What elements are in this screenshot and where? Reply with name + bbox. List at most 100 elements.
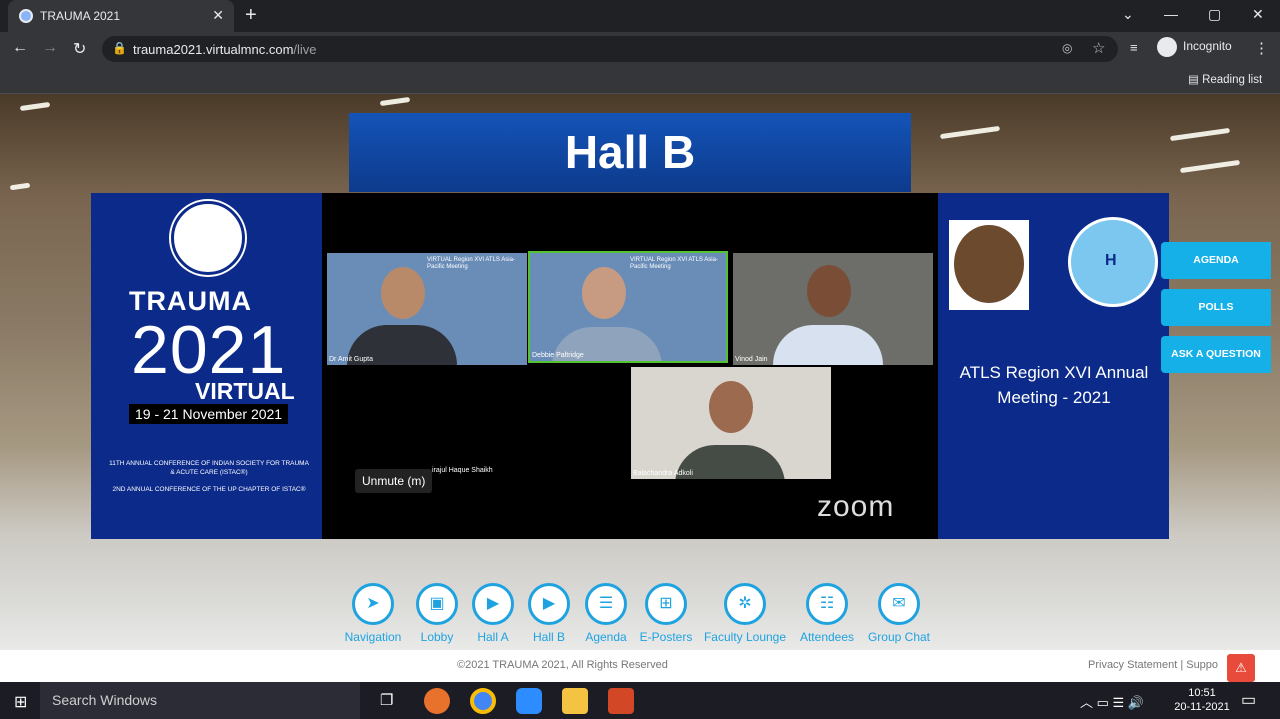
site-favicon-icon (19, 9, 33, 23)
participant-head (381, 267, 425, 319)
taskbar-clock[interactable]: 10:51 20-11-2021 (1172, 686, 1232, 714)
reading-list-icon: ▤ (1188, 74, 1203, 86)
copyright-text: ©2021 TRAUMA 2021, All Rights Reserved (457, 659, 668, 671)
ceiling-light (1179, 159, 1241, 174)
ceiling-light (379, 96, 411, 107)
browser-tab[interactable]: TRAUMA 2021 ✕ (8, 0, 234, 32)
incognito-badge[interactable]: Incognito (1157, 37, 1232, 57)
participant-name: Debbie Paltridge (532, 352, 584, 359)
page-footer: ©2021 TRAUMA 2021, All Rights Reserved P… (0, 650, 1280, 682)
nav-item-eposters[interactable]: ⊞ E-Posters (638, 583, 694, 644)
taskbar-search-box[interactable]: Search Windows (40, 682, 360, 719)
zoom-logo: zoom (817, 490, 895, 523)
reload-icon[interactable]: ↻ (73, 39, 86, 59)
agenda-button[interactable]: AGENDA (1161, 242, 1271, 279)
back-arrow-icon[interactable]: ← (12, 39, 28, 57)
eye-off-icon[interactable]: ◎ (1062, 41, 1072, 55)
notification-center-icon[interactable]: ▭ (1241, 690, 1256, 710)
eposters-icon: ⊞ (659, 595, 673, 612)
windows-start-icon[interactable]: ⊞ (14, 692, 27, 712)
banner-conference-2: 2ND ANNUAL CONFERENCE OF THE UP CHAPTER … (112, 486, 306, 493)
faculty-lounge-icon: ✲ (738, 595, 752, 612)
nav-item-agenda[interactable]: ☰ Agenda (582, 583, 630, 644)
url-text[interactable]: trauma2021.virtualmnc.com/live (133, 42, 317, 57)
participant-figure (773, 325, 883, 365)
participant-name: Balachandra Adkoli (633, 470, 693, 477)
agenda-icon: ☰ (598, 595, 614, 612)
forward-arrow-icon[interactable]: → (42, 39, 58, 57)
incognito-icon (1157, 37, 1177, 57)
ceiling-light (939, 125, 1001, 140)
zoom-video-panel[interactable]: VIRTUAL Region XVI ATLS Asia-Pacific Mee… (322, 193, 938, 539)
unmute-tooltip[interactable]: Unmute (m) (355, 469, 433, 493)
tab-title: TRAUMA 2021 (40, 9, 121, 23)
address-bar[interactable]: 🔒 trauma2021.virtualmnc.com/live ◎ ☆ (102, 36, 1118, 62)
clock-time: 10:51 (1188, 687, 1216, 699)
system-tray-icons[interactable]: ︿ ▭ ☰ 🔊 (1080, 692, 1144, 711)
warning-icon[interactable]: ⚠ (1227, 654, 1255, 682)
hidden-participant-name: irajul Haque Shaikh (432, 467, 493, 474)
clock-date: 20-11-2021 (1174, 701, 1230, 713)
banner-dates: 19 - 21 November 2021 (129, 404, 289, 424)
navigation-icon: ➤ (366, 595, 380, 612)
istac-logo-icon (171, 201, 245, 275)
close-window-button[interactable]: ✕ (1252, 6, 1264, 23)
nav-item-attendees[interactable]: ☷ Attendees (797, 583, 857, 644)
browser-toolbar: ← → ↻ 🔒 trauma2021.virtualmnc.com/live ◎… (0, 32, 1280, 66)
ceiling-light (1169, 127, 1231, 142)
zoom-app-icon[interactable] (516, 688, 542, 714)
file-explorer-icon[interactable] (562, 688, 588, 714)
atls-title: ATLS Region XVI Annual Meeting - 2021 (959, 363, 1149, 407)
trauma-2021-banner: TRAUMA 2021 VIRTUAL 19 - 21 November 202… (91, 193, 322, 539)
maximize-button[interactable]: ▢ (1208, 6, 1221, 23)
participant-tile[interactable]: Vinod Jain (733, 253, 933, 365)
hall-b-icon: ▶ (542, 595, 556, 612)
hall-a-icon: ▶ (486, 595, 500, 612)
atls-banner: H ATLS Region XVI Annual Meeting - 2021 (938, 193, 1169, 539)
polls-button[interactable]: POLLS (1161, 289, 1271, 326)
minimize-button[interactable]: — (1164, 6, 1178, 22)
participant-head (807, 265, 851, 317)
new-tab-button[interactable]: + (245, 4, 257, 27)
participant-tile-active[interactable]: VIRTUAL Region XVI ATLS Asia-Pacific Mee… (528, 251, 728, 363)
nav-item-hall-a[interactable]: ▶ Hall A (470, 583, 516, 644)
nav-item-navigation[interactable]: ➤ Navigation (340, 583, 406, 644)
reading-list-button[interactable]: ▤ Reading list (1188, 72, 1262, 86)
lobby-icon: ▣ (429, 595, 445, 612)
nav-item-hall-b[interactable]: ▶ Hall B (526, 583, 572, 644)
bookmark-star-icon[interactable]: ☆ (1092, 39, 1105, 57)
tab-search-icon[interactable]: ⌄ (1122, 6, 1134, 23)
lock-icon: 🔒 (112, 41, 127, 55)
participant-head (709, 381, 753, 433)
participant-tile[interactable]: Balachandra Adkoli (631, 367, 831, 479)
hall-title-sign: Hall B (349, 113, 911, 192)
media-queue-icon[interactable]: ≡ (1130, 40, 1138, 55)
tile-banner-text: VIRTUAL Region XVI ATLS Asia-Pacific Mee… (427, 257, 515, 270)
task-view-icon[interactable]: ❐ (380, 691, 393, 709)
banner-virtual: VIRTUAL (195, 378, 295, 404)
attendees-icon: ☷ (819, 595, 835, 612)
participant-name: Dr Amit Gupta (329, 356, 373, 363)
nav-item-faculty-lounge[interactable]: ✲ Faculty Lounge (701, 583, 789, 644)
browser-tab-strip: TRAUMA 2021 ✕ + ⌄ — ▢ ✕ (0, 0, 1280, 32)
windows-taskbar: ⊞ Search Windows ❐ ︿ ▭ ☰ 🔊 10:51 20-11-2… (0, 682, 1280, 719)
ceiling-light (9, 182, 31, 191)
bookmarks-bar: ▤ Reading list (0, 66, 1280, 94)
atls-logo-icon: H (1068, 217, 1158, 307)
group-chat-icon: ✉ (892, 595, 906, 612)
participant-head (582, 267, 626, 319)
privacy-support-links[interactable]: Privacy Statement | Suppo (1088, 659, 1218, 671)
nav-item-group-chat[interactable]: ✉ Group Chat (865, 583, 933, 644)
nav-item-lobby[interactable]: ▣ Lobby (414, 583, 460, 644)
virtual-hall-page: Hall B TRAUMA 2021 VIRTUAL 19 - 21 Novem… (0, 94, 1280, 682)
firefox-icon[interactable] (424, 688, 450, 714)
tab-close-icon[interactable]: ✕ (212, 7, 224, 24)
tile-banner-text: VIRTUAL Region XVI ATLS Asia-Pacific Mee… (630, 257, 718, 270)
ceiling-light (19, 101, 51, 112)
menu-kebab-icon[interactable]: ⋮ (1254, 39, 1269, 57)
ask-question-button[interactable]: ASK A QUESTION (1161, 336, 1271, 373)
chrome-icon[interactable] (470, 688, 496, 714)
banner-conference-1: 11TH ANNUAL CONFERENCE OF INDIAN SOCIETY… (109, 460, 309, 476)
powerpoint-icon[interactable] (608, 688, 634, 714)
participant-tile[interactable]: VIRTUAL Region XVI ATLS Asia-Pacific Mee… (327, 253, 527, 365)
